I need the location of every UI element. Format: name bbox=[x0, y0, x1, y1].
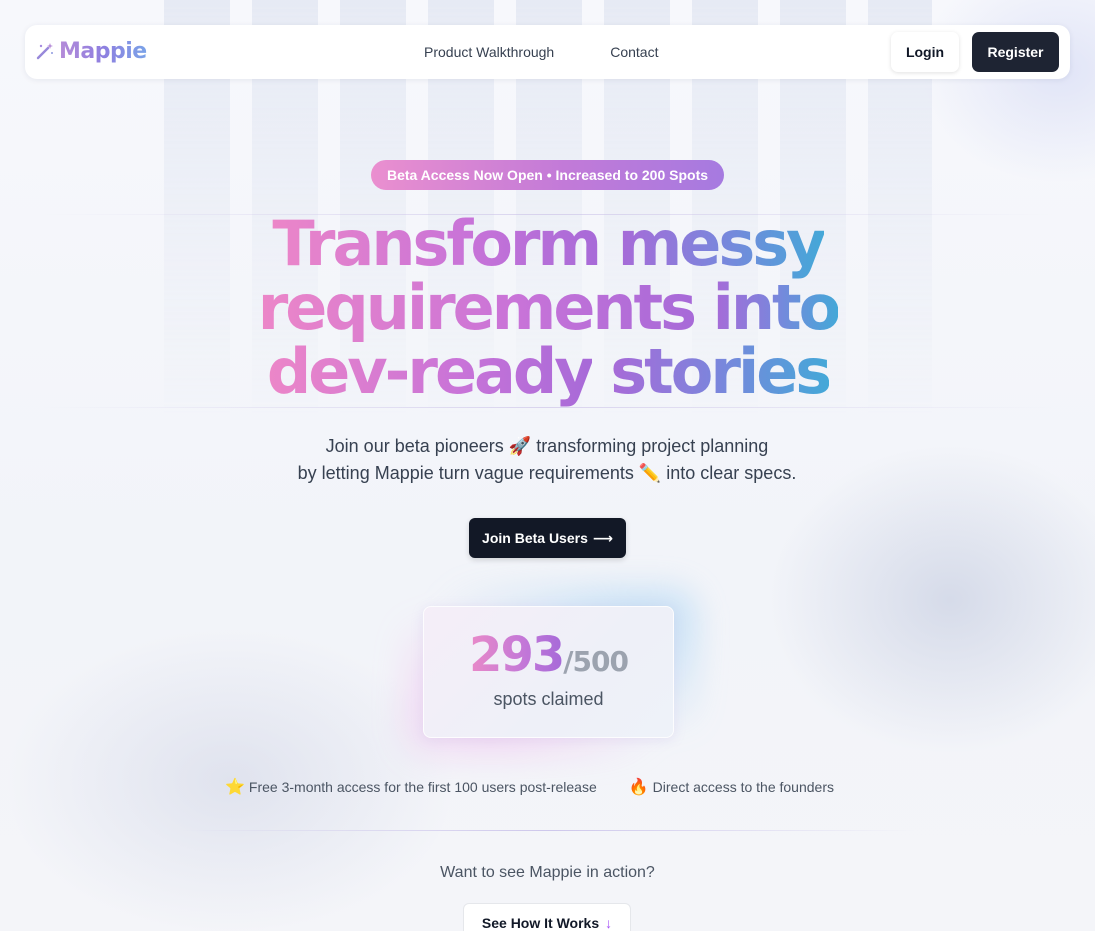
headline-word: Transform bbox=[272, 207, 602, 280]
logo[interactable]: Mappie bbox=[35, 37, 147, 65]
perk-item: ⭐ Free 3-month access for the first 100 … bbox=[225, 777, 597, 797]
subtitle-line: by letting Mappie turn vague requirement… bbox=[297, 463, 797, 483]
arrow-down-icon: ↓ bbox=[605, 915, 613, 931]
spots-claimed-number: 293 bbox=[469, 627, 565, 683]
nav-link-contact[interactable]: Contact bbox=[610, 44, 658, 60]
spots-count: 293/500 bbox=[424, 627, 673, 683]
spots-total-number: /500 bbox=[563, 645, 629, 678]
beta-badge: Beta Access Now Open • Increased to 200 … bbox=[371, 160, 724, 190]
join-beta-button[interactable]: Join Beta Users ⟶ bbox=[469, 518, 626, 558]
arrow-right-icon: ⟶ bbox=[592, 529, 613, 546]
navbar: Mappie Product Walkthrough Contact Login… bbox=[25, 25, 1070, 79]
headline-word: into bbox=[712, 271, 842, 344]
join-beta-label: Join Beta Users bbox=[482, 530, 588, 546]
login-button[interactable]: Login bbox=[891, 32, 959, 72]
spots-claimed-label: spots claimed bbox=[493, 689, 604, 709]
hero-headline: Transform messy requirements into dev-re… bbox=[248, 212, 848, 404]
star-icon: ⭐ bbox=[225, 779, 245, 796]
see-how-it-works-label: See How It Works bbox=[481, 915, 600, 931]
spots-counter-card: 293/500 spots claimed bbox=[423, 606, 674, 738]
perk-text: Free 3-month access for the first 100 us… bbox=[248, 779, 597, 795]
subtitle-line: Join our beta pioneers 🚀 transforming pr… bbox=[325, 436, 769, 456]
perk-item: 🔥 Direct access to the founders bbox=[629, 777, 834, 797]
nav-link-product-walkthrough[interactable]: Product Walkthrough bbox=[424, 44, 554, 60]
magic-wand-icon bbox=[36, 43, 53, 60]
headline-word: messy bbox=[617, 207, 827, 280]
perk-text: Direct access to the founders bbox=[652, 779, 834, 795]
nav-links: Product Walkthrough Contact bbox=[424, 25, 658, 79]
hero-section: Beta Access Now Open • Increased to 200 … bbox=[0, 0, 1095, 931]
see-how-it-works-button[interactable]: See How It Works ↓ bbox=[463, 903, 631, 931]
headline-word: stories bbox=[610, 335, 832, 408]
headline-word: dev-ready bbox=[266, 335, 595, 408]
perks-list: ⭐ Free 3-month access for the first 100 … bbox=[225, 775, 875, 799]
fire-icon: 🔥 bbox=[628, 779, 649, 796]
register-button[interactable]: Register bbox=[972, 32, 1059, 72]
logo-text: Mappie bbox=[59, 38, 147, 64]
demo-prompt: Want to see Mappie in action? bbox=[440, 864, 655, 881]
headline-word: requirements bbox=[257, 271, 697, 344]
hero-subtitle: Join our beta pioneers 🚀 transforming pr… bbox=[247, 433, 847, 487]
